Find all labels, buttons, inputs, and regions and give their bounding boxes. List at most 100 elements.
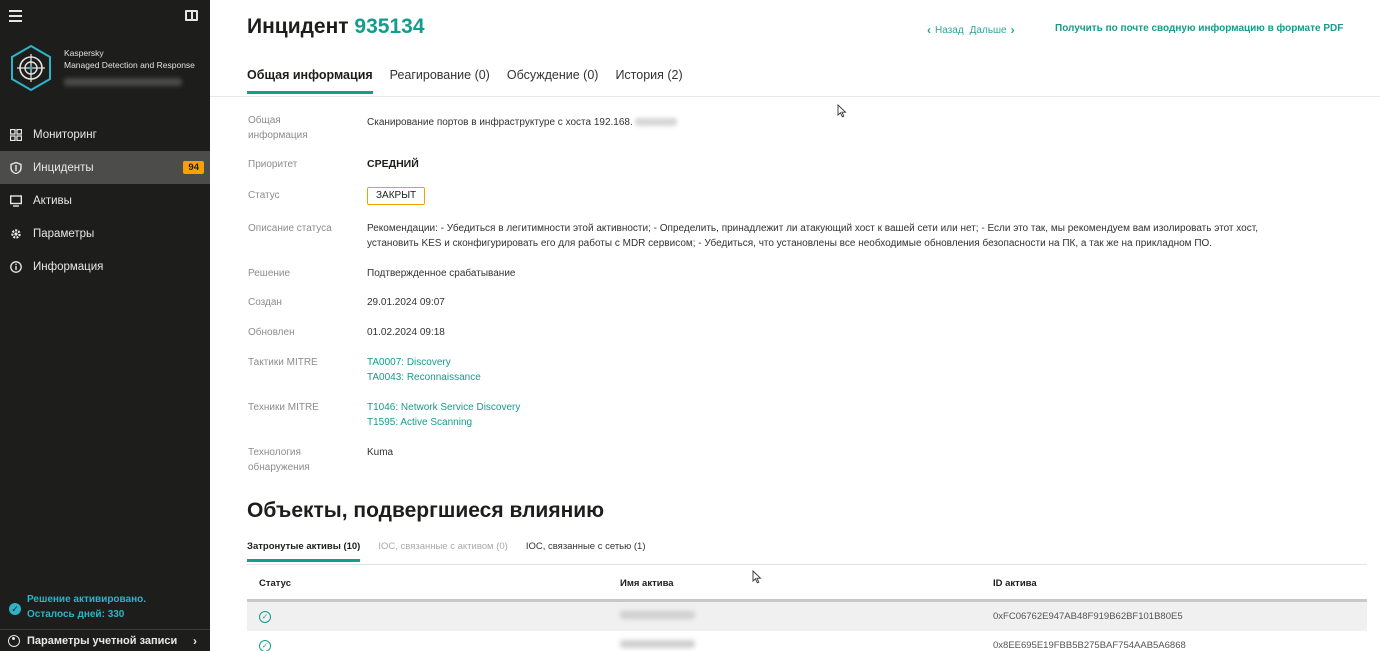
detail-label: Описание статуса (248, 223, 332, 234)
assets-table: Статус Имя актива ID актива ✓ 0xFC06762E… (247, 568, 1367, 651)
check-circle-icon: ✓ (9, 603, 21, 615)
mitre-tactic-link[interactable]: TA0043: Reconnaissance (367, 370, 481, 385)
chevron-left-icon: ‹ (927, 23, 931, 37)
brand-title: Kaspersky Managed Detection and Response (64, 47, 195, 71)
shield-icon (10, 161, 22, 174)
next-label: Дальше (969, 24, 1007, 36)
check-circle-icon: ✓ (259, 610, 271, 623)
incident-navigation: ‹ Назад Дальше › (923, 23, 1019, 37)
sidebar-item-information[interactable]: Информация (0, 250, 210, 283)
detail-label: Приоритет (248, 159, 298, 170)
detail-label: Статус (248, 190, 280, 201)
status-cell: ✓ (247, 610, 620, 623)
license-line1: Решение активировано. (27, 594, 147, 605)
updated-value: 01.02.2024 09:18 (367, 327, 445, 338)
user-icon (8, 634, 20, 647)
hamburger-menu-icon[interactable] (9, 10, 22, 22)
sidebar-top (0, 0, 210, 34)
status-desc-line1: Рекомендации: - Убедиться в легитимности… (367, 223, 1258, 234)
blurred-asset-name (620, 611, 695, 619)
brand-line2: Managed Detection and Response (64, 60, 195, 70)
kaspersky-logo-icon (11, 44, 51, 92)
table-row[interactable]: ✓ 0xFC06762E947AB48F919B62BF101B80E5 (247, 602, 1367, 631)
status-badge: ЗАКРЫТ (367, 187, 426, 205)
asset-id-cell: 0xFC06762E947AB48F919B62BF101B80E5 (993, 611, 1183, 622)
tab-response[interactable]: Реагирование (0) (390, 68, 490, 94)
tab-general-info[interactable]: Общая информация (247, 68, 373, 94)
sidebar-item-settings[interactable]: Параметры (0, 217, 210, 250)
sidebar-item-label: Активы (33, 194, 72, 207)
account-settings-link[interactable]: Параметры учетной записи › (0, 629, 210, 651)
affected-objects-title: Объекты, подвергшиеся влиянию (247, 499, 605, 522)
table-header: Статус Имя актива ID актива (247, 568, 1367, 602)
column-header-status[interactable]: Статус (247, 578, 620, 589)
incident-tabs: Общая информация Реагирование (0) Обсужд… (247, 68, 700, 94)
detail-label: Решение (248, 268, 291, 279)
info-icon (10, 260, 22, 273)
detail-value: T1046: Network Service Discovery T1595: … (367, 400, 520, 430)
asset-name-cell (620, 640, 993, 651)
column-header-asset-name[interactable]: Имя актива (620, 578, 993, 589)
detail-label: Технология обнаружения (248, 447, 310, 473)
back-label: Назад (935, 24, 964, 36)
page-title: Инцидент 935134 (247, 15, 425, 39)
incident-id: 935134 (354, 15, 425, 38)
pdf-summary-link[interactable]: Получить по почте сводную информацию в ф… (1055, 23, 1343, 34)
tab-asset-ioc[interactable]: IOC, связанные с активом (0) (378, 541, 507, 562)
blurred-ip (634, 118, 677, 127)
mitre-tactic-link[interactable]: TA0007: Discovery (367, 355, 481, 370)
tabs-divider (210, 96, 1380, 97)
tab-discussion[interactable]: Обсуждение (0) (507, 68, 599, 94)
mouse-cursor-icon (837, 104, 847, 118)
license-status: ✓ Решение активировано. Осталось дней: 3… (0, 592, 210, 622)
sidebar-nav: Мониторинг Инциденты 94 Активы Параметры (0, 118, 210, 283)
resolution-value: Подтвержденное срабатывание (367, 268, 516, 279)
detail-label: Тактики MITRE (248, 357, 318, 368)
column-header-asset-id[interactable]: ID актива (993, 578, 1367, 589)
next-link[interactable]: Дальше › (970, 23, 1019, 37)
sidebar-item-label: Мониторинг (33, 128, 97, 141)
chevron-right-icon: › (193, 634, 197, 648)
subtabs-divider (247, 564, 1367, 565)
detection-value: Kuma (367, 447, 394, 458)
tab-affected-assets[interactable]: Затронутые активы (10) (247, 541, 361, 562)
table-row[interactable]: ✓ 0x8EE695E19FBB5B275BAF754AAB5A6868 (247, 631, 1367, 651)
title-prefix: Инцидент (247, 15, 349, 38)
main-content: Инцидент 935134 ‹ Назад Дальше › Получит… (210, 0, 1380, 651)
account-label: Параметры учетной записи (27, 634, 178, 647)
back-link[interactable]: ‹ Назад (923, 23, 964, 37)
status-desc-line2: установить KES и сконфигурировать его дл… (367, 238, 1213, 249)
sidebar-item-label: Параметры (33, 227, 95, 240)
detail-label: Общая информация (248, 115, 308, 141)
blurred-user-name (64, 78, 182, 86)
sidebar: Kaspersky Managed Detection and Response… (0, 0, 210, 651)
asset-id-cell: 0x8EE695E19FBB5B275BAF754AAB5A6868 (993, 640, 1186, 651)
sidebar-item-monitoring[interactable]: Мониторинг (0, 118, 210, 151)
sidebar-bottom: ✓ Решение активировано. Осталось дней: 3… (0, 592, 210, 648)
license-line2: Осталось дней: 330 (27, 609, 125, 620)
check-circle-icon: ✓ (259, 639, 271, 651)
sidebar-item-incidents[interactable]: Инциденты 94 (0, 151, 210, 184)
monitor-icon (10, 194, 22, 207)
mitre-technique-link[interactable]: T1046: Network Service Discovery (367, 400, 520, 415)
blurred-asset-name (620, 640, 695, 648)
detail-label: Обновлен (248, 327, 295, 338)
sidebar-item-assets[interactable]: Активы (0, 184, 210, 217)
created-value: 29.01.2024 09:07 (367, 297, 445, 308)
tab-network-ioc[interactable]: IOC, связанные с сетью (1) (526, 541, 646, 562)
tab-history[interactable]: История (2) (615, 68, 682, 94)
detail-value: TA0007: Discovery TA0043: Reconnaissance (367, 355, 481, 385)
mitre-technique-link[interactable]: T1595: Active Scanning (367, 415, 520, 430)
chevron-right-icon: › (1010, 23, 1015, 37)
book-icon[interactable] (185, 10, 198, 21)
detail-value: Сканирование портов в инфраструктуре с х… (367, 115, 677, 130)
mouse-cursor-icon (752, 570, 762, 584)
brand: Kaspersky Managed Detection and Response (9, 44, 205, 94)
incidents-count-badge: 94 (183, 161, 204, 174)
general-value-text: Сканирование портов в инфраструктуре с х… (367, 117, 633, 128)
sidebar-item-label: Информация (33, 260, 104, 273)
asset-name-cell (620, 611, 993, 622)
detail-value: ЗАКРЫТ (367, 187, 426, 205)
brand-line1: Kaspersky (64, 48, 104, 58)
affected-objects-tabs: Затронутые активы (10) IOC, связанные с … (247, 541, 664, 562)
